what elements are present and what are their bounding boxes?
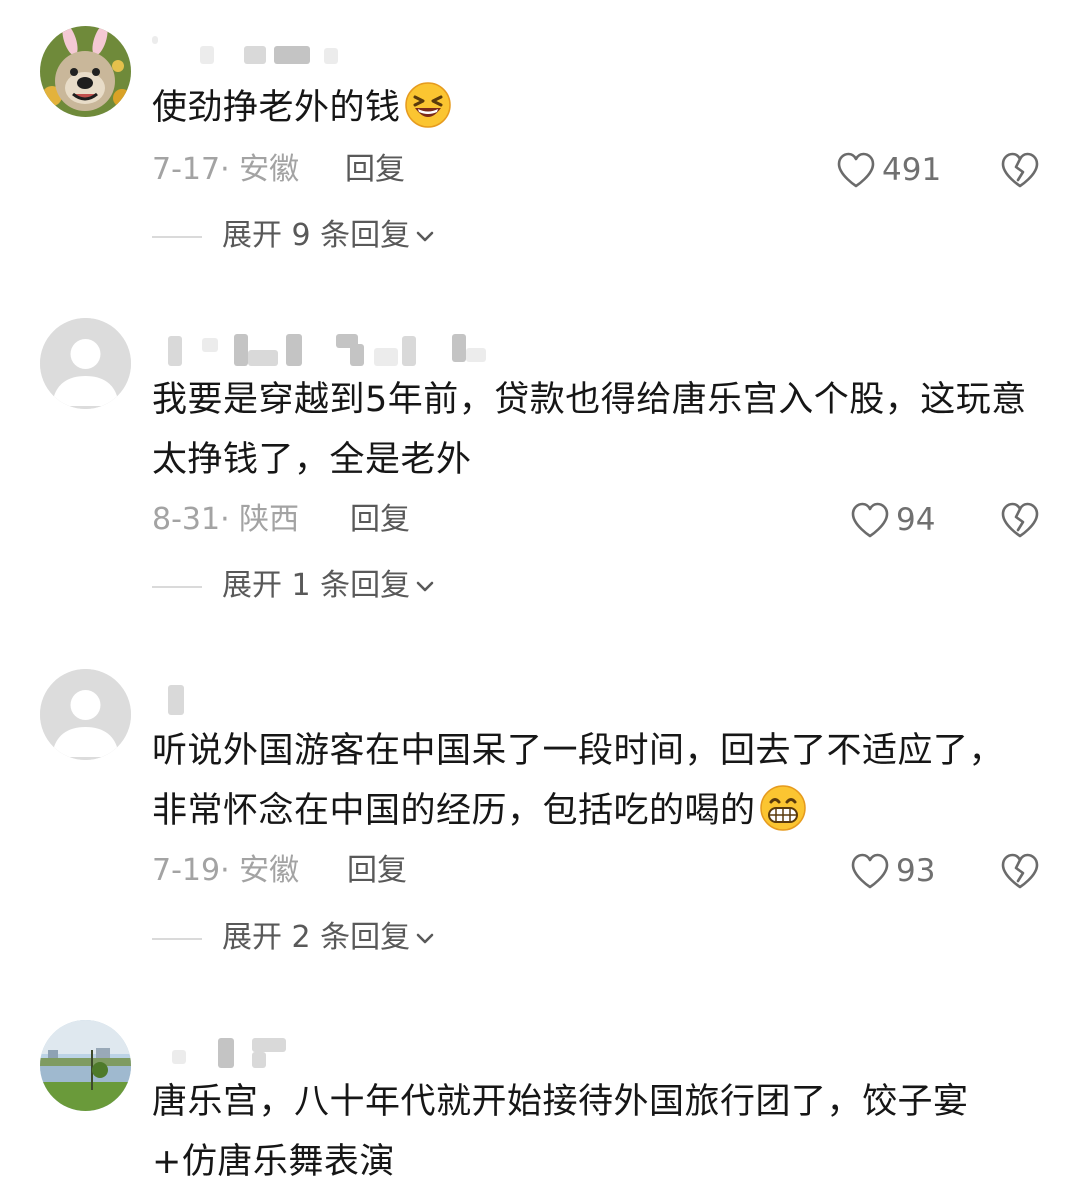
username-redacted[interactable]	[152, 324, 512, 366]
username-redacted[interactable]	[152, 32, 512, 66]
broken-heart-icon	[1001, 152, 1039, 188]
date-location: 8-31· 陕西	[152, 502, 300, 537]
dog-with-bunny-ears-icon	[40, 26, 131, 117]
reply-button[interactable]: 回复	[347, 851, 407, 891]
comment-meta: 8-31· 陕西 回复 94	[152, 500, 1040, 540]
heart-icon	[851, 502, 889, 538]
chevron-down-icon	[416, 581, 434, 592]
lake-landscape-icon	[40, 1020, 131, 1111]
comment-text: 唐乐宫，八十年代就开始接待外国旅行团了，饺子宴+仿唐乐舞表演	[152, 1082, 969, 1182]
expand-replies-button[interactable]: 展开 9 条回复	[222, 216, 436, 256]
like-count: 93	[896, 853, 936, 889]
like-button[interactable]: 93	[850, 851, 935, 891]
comment-list: 使劲挣老外的钱 7-17· 安徽 回复 491 展开 9 条回复 我要是穿越到5…	[0, 0, 1080, 1198]
default-user-icon	[40, 669, 131, 760]
reply-button[interactable]: 回复	[350, 500, 410, 540]
reply-button[interactable]: 回复	[345, 150, 405, 190]
heart-icon	[851, 853, 889, 889]
heart-icon	[837, 152, 875, 188]
expand-replies: 展开 9 条回复	[152, 216, 552, 256]
divider	[152, 938, 202, 940]
comment-meta: 7-19· 安徽 回复 93	[152, 851, 1040, 891]
like-count: 491	[882, 152, 942, 188]
expand-replies: 展开 1 条回复	[152, 566, 552, 606]
divider	[152, 236, 202, 238]
like-count: 94	[896, 502, 936, 538]
dog-avatar[interactable]	[40, 26, 131, 117]
expand-replies-button[interactable]: 展开 1 条回复	[222, 566, 436, 606]
comment-meta: 7-17· 安徽 回复 491	[152, 150, 1040, 190]
comment-text: 我要是穿越到5年前，贷款也得给唐乐宫入个股，这玩意太挣钱了，全是老外	[152, 380, 1027, 480]
date-location: 7-17· 安徽	[152, 152, 300, 187]
default-avatar[interactable]	[40, 318, 131, 409]
divider	[152, 586, 202, 588]
dislike-button[interactable]	[1000, 851, 1040, 891]
broken-heart-icon	[1001, 502, 1039, 538]
comment-text: 使劲挣老外的钱	[152, 78, 1032, 138]
broken-heart-icon	[1001, 853, 1039, 889]
date-location: 7-19· 安徽	[152, 853, 300, 888]
grinning-teeth-emoji-icon	[759, 785, 806, 831]
default-avatar[interactable]	[40, 669, 131, 760]
chevron-down-icon	[416, 933, 434, 944]
username-redacted[interactable]	[152, 1026, 512, 1068]
expand-replies: 展开 2 条回复	[152, 918, 552, 958]
like-button[interactable]: 94	[850, 500, 935, 540]
dislike-button[interactable]	[1000, 150, 1040, 190]
expand-replies-button[interactable]: 展开 2 条回复	[222, 918, 436, 958]
dislike-button[interactable]	[1000, 500, 1040, 540]
comment-text: 听说外国游客在中国呆了一段时间，回去了不适应了，非常怀念在中国的经历，包括吃的喝…	[152, 731, 1005, 831]
like-button[interactable]: 491	[836, 150, 941, 190]
chevron-down-icon	[416, 231, 434, 242]
landscape-avatar[interactable]	[40, 1020, 131, 1111]
laughing-squint-emoji-icon	[404, 82, 451, 128]
username-redacted[interactable]	[152, 675, 512, 715]
default-user-icon	[40, 318, 131, 409]
